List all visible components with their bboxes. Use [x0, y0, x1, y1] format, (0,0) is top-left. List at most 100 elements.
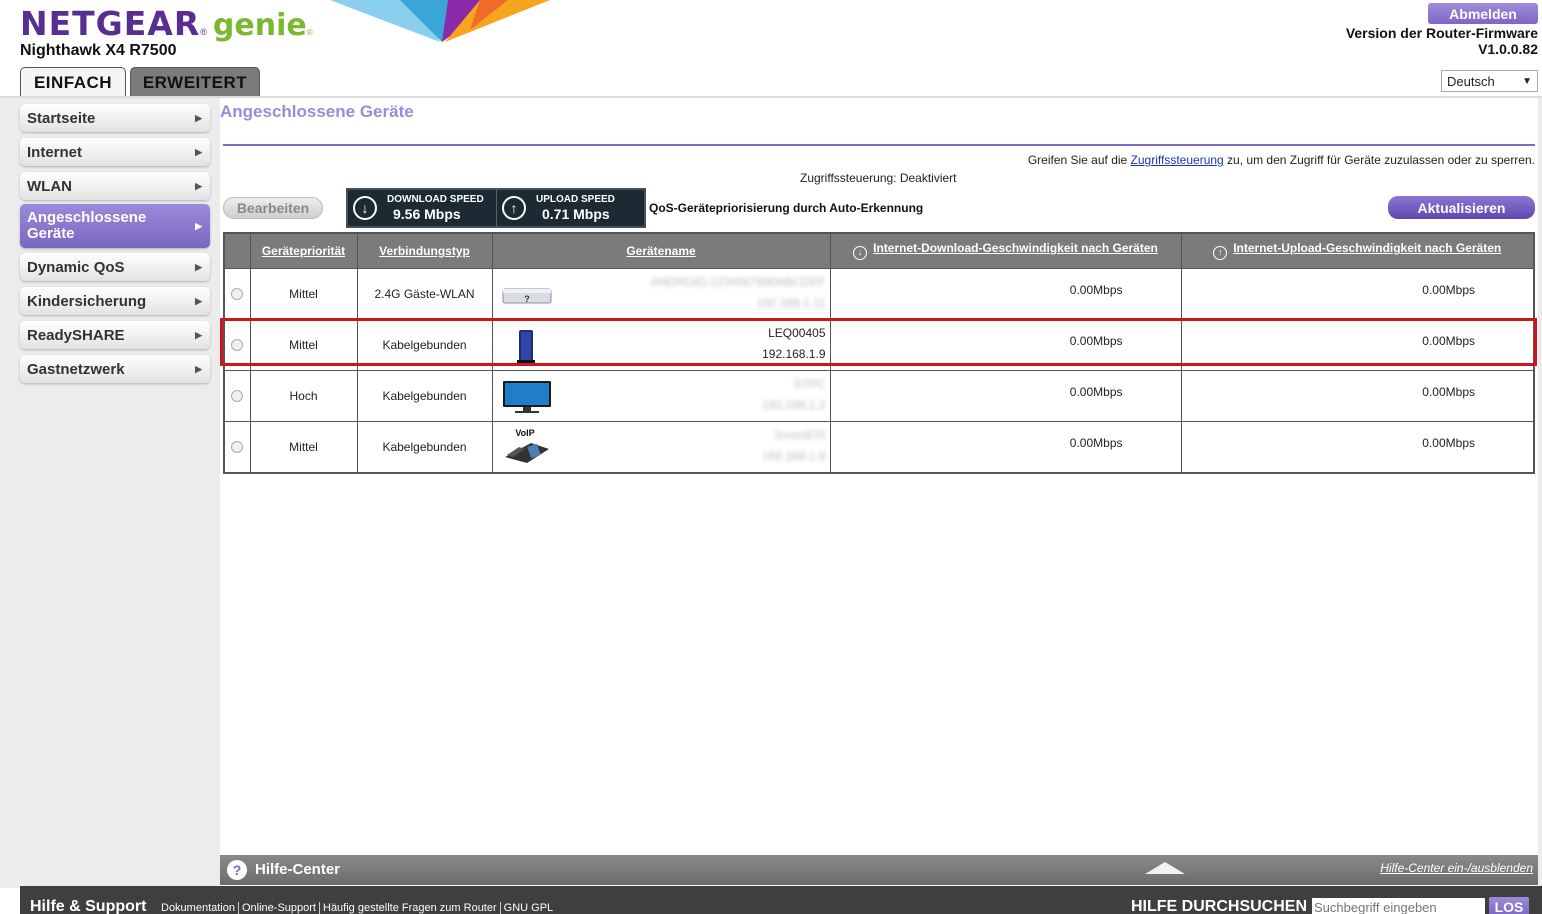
header-connection-type[interactable]: Verbindungstyp: [356, 232, 493, 269]
device-select-radio[interactable]: [231, 440, 244, 453]
upload-speed: ↑ UPLOAD SPEED 0.71 Mbps: [496, 190, 644, 226]
header-device-name[interactable]: Gerätename: [491, 232, 831, 269]
device-name-cell: STPC 192.168.1.2: [491, 369, 831, 422]
help-center-bar: ? Hilfe-Center Hilfe-Center ein-/ausblen…: [220, 855, 1538, 885]
footer-link-gnu-gpl[interactable]: GNU GPL: [501, 902, 557, 914]
device-name: Snom870: [774, 427, 826, 442]
sidebar-item-label: Internet: [27, 143, 83, 161]
refresh-button[interactable]: Aktualisieren: [1388, 196, 1535, 219]
download-speed: ↓ DOWNLOAD SPEED 9.56 Mbps: [348, 190, 496, 226]
sidebar-item-label: ReadySHARE: [27, 326, 125, 344]
device-name-cell: VoIP Snom870 192.168.1.8: [491, 420, 831, 473]
router-device-icon: [516, 329, 535, 363]
table-row: Mittel Kabelgebunden VoIP Snom870 192.16…: [223, 420, 1535, 473]
header-upload[interactable]: ↑ Internet-Upload-Geschwindigkeit nach Ge…: [1180, 232, 1535, 269]
device-ip: 192.168.1.8: [762, 448, 826, 463]
edit-button[interactable]: Bearbeiten: [223, 197, 323, 219]
firmware-label: Version der Router-Firmware: [1345, 25, 1538, 41]
header-download[interactable]: ↓ Internet-Download-Geschwindigkeit nach …: [829, 232, 1182, 269]
help-search-title: HILFE DURCHSUCHEN: [1131, 898, 1307, 914]
device-download: 0.00Mbps: [829, 369, 1182, 422]
download-arrow-icon: ↓: [853, 246, 868, 261]
language-value: Deutsch: [1447, 73, 1495, 89]
unknown-device-icon: ?: [502, 288, 551, 304]
router-model: Nighthawk X4 R7500: [20, 42, 177, 59]
device-name: LEQ00405: [768, 325, 826, 340]
firmware-info: Version der Router-Firmware V1.0.0.82: [1346, 25, 1538, 57]
help-question-icon: ?: [227, 860, 247, 880]
device-select-radio[interactable]: [231, 338, 244, 351]
sidebar-item-label: Kindersicherung: [27, 292, 147, 310]
sidebar-item-kindersicherung[interactable]: Kindersicherung ▶: [20, 287, 210, 315]
main-content: Angeschlossene Geräte Greifen Sie auf di…: [220, 98, 1538, 855]
chevron-right-icon: ▶: [195, 112, 202, 123]
sidebar-item-label: Dynamic QoS: [27, 258, 125, 276]
device-ip: 192.168.1.2: [762, 397, 826, 412]
table-row: Mittel 2.4G Gäste-WLAN ? ANDROID-1234567…: [223, 267, 1535, 320]
header-select: [223, 232, 251, 269]
help-center-toggle-link[interactable]: Hilfe-Center ein-/ausblenden: [1380, 861, 1533, 875]
access-control-status: Zugriffssteuerung: Deaktiviert: [800, 171, 957, 185]
netgear-genie-logo: NETGEAR ® genie ®: [20, 4, 313, 44]
header-download-label: Internet-Download-Geschwindigkeit nach G…: [873, 241, 1158, 256]
device-select-radio[interactable]: [231, 287, 244, 300]
device-upload: 0.00Mbps: [1180, 369, 1535, 422]
footer-links: Dokumentation Online-Support Häufig gestel…: [158, 902, 556, 914]
access-suffix: zu, um den Zugriff für Geräte zuzulassen…: [1223, 153, 1535, 167]
help-search-go-button[interactable]: LOS: [1489, 897, 1529, 914]
qos-auto-detect-text: QoS-Gerätepriorisierung durch Auto-Erken…: [649, 201, 924, 215]
sidebar-item-label: Angeschlossene Geräte: [27, 209, 147, 242]
monitor-device-icon: [502, 380, 551, 413]
upload-arrow-icon: ↑: [502, 196, 526, 220]
device-upload: 0.00Mbps: [1180, 318, 1535, 371]
upload-arrow-icon: ↑: [1213, 246, 1228, 261]
logout-button[interactable]: Abmelden: [1428, 3, 1538, 24]
chevron-right-icon: ▶: [195, 180, 202, 191]
sidebar-item-dynamic-qos[interactable]: Dynamic QoS ▶: [20, 253, 210, 281]
device-select-radio[interactable]: [231, 389, 244, 402]
tab-erweitert[interactable]: ERWEITERT: [130, 67, 260, 98]
device-ip: 192.168.1.9: [762, 346, 826, 361]
access-control-link[interactable]: Zugriffssteuerung: [1131, 153, 1224, 167]
footer-link-faq[interactable]: Häufig gestellte Fragen zum Router: [320, 902, 501, 914]
svg-text:VoIP: VoIP: [515, 428, 534, 438]
language-select[interactable]: Deutsch ▼: [1441, 70, 1538, 92]
table-row: Hoch Kabelgebunden STPC 192.168.1.2 0.00…: [223, 369, 1535, 422]
sidebar-item-gastnetzwerk[interactable]: Gastnetzwerk ▶: [20, 355, 210, 383]
firmware-version: V1.0.0.82: [1478, 41, 1538, 57]
upload-speed-value: 0.71 Mbps: [542, 205, 610, 222]
device-priority: Mittel: [249, 267, 358, 320]
expand-triangle-icon[interactable]: [1145, 862, 1185, 874]
footer-link-online-support[interactable]: Online-Support: [239, 902, 320, 914]
chevron-right-icon: ▶: [195, 261, 202, 272]
device-name: ANDROID-1234567890ABCDEF: [650, 274, 826, 289]
download-speed-value: 9.56 Mbps: [393, 205, 461, 222]
genie-name: genie: [212, 8, 307, 43]
device-upload: 0.00Mbps: [1180, 267, 1535, 320]
right-gutter: [1538, 98, 1542, 888]
footer-link-documentation[interactable]: Dokumentation: [158, 902, 239, 914]
table-header-row: Gerätepriorität Verbindungstyp Gerätenam…: [223, 232, 1535, 269]
sidebar-item-readyshare[interactable]: ReadySHARE ▶: [20, 321, 210, 349]
title-divider: [223, 144, 1535, 146]
sidebar-item-wlan[interactable]: WLAN ▶: [20, 172, 210, 200]
table-row: Mittel Kabelgebunden LEQ00405 192.168.1.…: [223, 318, 1535, 371]
device-name: STPC: [793, 376, 826, 391]
device-upload: 0.00Mbps: [1180, 420, 1535, 473]
speed-panel: ↓ DOWNLOAD SPEED 9.56 Mbps ↑ UPLOAD SPEE…: [346, 188, 646, 228]
tab-einfach[interactable]: EINFACH: [20, 67, 126, 98]
sidebar-item-startseite[interactable]: Startseite ▶: [20, 104, 210, 132]
upload-speed-label: UPLOAD SPEED: [536, 193, 615, 205]
voip-phone-icon: VoIP: [504, 428, 549, 463]
header-priority[interactable]: Gerätepriorität: [249, 232, 358, 269]
help-search-input[interactable]: [1312, 898, 1485, 914]
chevron-right-icon: ▶: [195, 146, 202, 157]
sidebar-item-angeschlossene-geraete[interactable]: Angeschlossene Geräte ▶: [20, 204, 210, 248]
registered-mark: ®: [200, 27, 207, 37]
registered-mark-genie: ®: [306, 28, 313, 37]
help-support-title: Hilfe & Support: [30, 898, 147, 914]
header-upload-label: Internet-Upload-Geschwindigkeit nach Ger…: [1233, 241, 1502, 256]
sidebar-item-label: Gastnetzwerk: [27, 360, 125, 378]
chevron-right-icon: ▶: [195, 363, 202, 374]
sidebar-item-internet[interactable]: Internet ▶: [20, 138, 210, 166]
